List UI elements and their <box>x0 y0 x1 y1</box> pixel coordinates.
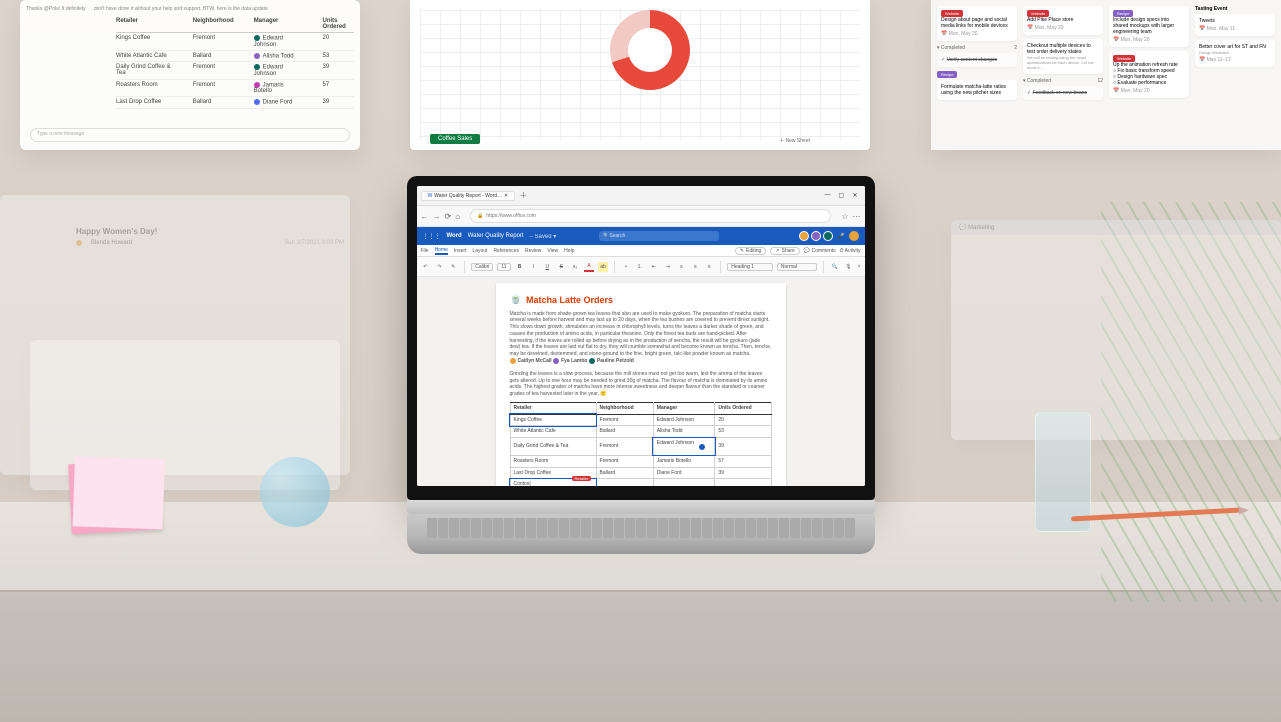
sheet-tab: Coffee Sales <box>430 134 480 144</box>
tab-layout[interactable]: Layout <box>472 248 487 254</box>
ribbon-tabs: File Home Insert Layout References Revie… <box>417 245 865 257</box>
outdent-icon[interactable]: ⇤ <box>649 262 659 272</box>
search-box[interactable]: 🔍 Search <box>599 231 719 241</box>
app-name: Word <box>447 233 462 239</box>
th-retailer: Retailer <box>510 402 596 414</box>
comments-button[interactable]: 💬 Comments <box>804 248 836 254</box>
menu-icon[interactable]: ⋯ <box>853 212 861 221</box>
col-units: Units Ordered <box>323 18 355 30</box>
table-row[interactable]: Daily Grind Coffee & TeaFremontEdward Jo… <box>510 438 771 456</box>
activity-button[interactable]: ⏱ Activity <box>840 248 861 254</box>
font-color-icon[interactable]: A <box>584 262 594 272</box>
share-button[interactable]: ↗ Share <box>770 247 800 255</box>
table-row[interactable]: Last Drop CoffeeBallardDiane Ford39 <box>510 467 771 479</box>
tab-references[interactable]: References <box>493 248 519 254</box>
floating-spreadsheet-panel: Coffee Sales ＋ New Sheet <box>410 0 870 150</box>
italic-icon[interactable]: I <box>528 262 538 272</box>
nav-forward-icon[interactable]: → <box>433 212 441 221</box>
tab-home[interactable]: Home <box>435 247 448 255</box>
th-units: Units Ordered <box>715 402 771 414</box>
tab-view[interactable]: View <box>547 248 558 254</box>
document-title[interactable]: Water Quality Report <box>468 233 524 239</box>
water-glass <box>1035 412 1091 532</box>
find-icon[interactable]: 🔍 <box>830 262 840 272</box>
para-style-select[interactable]: Normal <box>777 263 817 271</box>
tab-file[interactable]: File <box>421 248 429 254</box>
table-row[interactable]: Roasters RoomFremontJamaris Botello57 <box>510 455 771 467</box>
browser-tab[interactable]: W Water Quality Report - Word… ✕ <box>421 191 516 201</box>
word-title-bar: ⋮⋮⋮ Word Water Quality Report – Saved ▾ … <box>417 227 865 245</box>
bold-icon[interactable]: B <box>515 262 525 272</box>
ribbon-toolbar: ↶ ↷ ✎ Calibri 11 B I U S x₂ A ab • 1. ⇤ … <box>417 257 865 277</box>
sticky-notes <box>68 460 162 535</box>
undo-icon[interactable]: ↶ <box>421 262 431 272</box>
col-retailer: Retailer <box>116 18 173 30</box>
title-emoji-icon: 🍵 <box>510 293 522 307</box>
floating-excel-table-panel: Thanks @Pola! It definitely don't have d… <box>20 0 360 150</box>
window-close-icon[interactable]: ✕ <box>853 192 861 200</box>
strike-icon[interactable]: S <box>556 262 566 272</box>
orders-table[interactable]: Retailer Neighborhood Manager Units Orde… <box>510 402 772 486</box>
glass-ball <box>260 457 330 527</box>
table-row[interactable]: Kings CoffeeFremontEdward Johnson20 <box>510 414 771 426</box>
document-heading: 🍵 Matcha Latte Orders <box>510 293 772 307</box>
tab-review[interactable]: Review <box>525 248 541 254</box>
tab-insert[interactable]: Insert <box>454 248 467 254</box>
table-row[interactable]: White Atlantic CafeBallardAlisha Todd53 <box>510 426 771 438</box>
underline-icon[interactable]: U <box>542 262 552 272</box>
col-neighborhood: Neighborhood <box>193 18 234 30</box>
laptop: W Water Quality Report - Word… ✕ ＋ — ▢ ✕… <box>407 176 875 554</box>
window-minimize-icon[interactable]: — <box>825 192 833 200</box>
donut-chart <box>610 10 690 90</box>
mic-icon[interactable]: 🎤 <box>837 233 844 240</box>
font-size-select[interactable]: 11 <box>497 263 510 271</box>
indent-icon[interactable]: ⇥ <box>663 262 673 272</box>
align-left-icon[interactable]: ≡ <box>677 262 687 272</box>
tab-title: Water Quality Report - Word… <box>434 193 502 199</box>
waffle-icon[interactable]: ⋮⋮⋮ <box>423 233 441 240</box>
ribbon-collapse-icon[interactable]: ˅ <box>858 264 861 270</box>
presence-avatars[interactable] <box>799 231 833 241</box>
paragraph-2: Grinding the leaves is a slow process, b… <box>510 371 772 398</box>
paragraph-1: Matcha is made from shade-grown tea leav… <box>510 311 772 367</box>
faded-teams-panel: 💬 Marketing <box>951 220 1281 440</box>
th-neighborhood: Neighborhood <box>596 402 653 414</box>
window-maximize-icon[interactable]: ▢ <box>839 192 847 200</box>
nav-home-icon[interactable]: ⌂ <box>455 212 460 221</box>
tab-help[interactable]: Help <box>564 248 574 254</box>
address-bar[interactable]: 🔒https://www.office.com <box>470 209 831 223</box>
subscript-icon[interactable]: x₂ <box>570 262 580 272</box>
nav-back-icon[interactable]: ← <box>421 212 429 221</box>
bullets-icon[interactable]: • <box>621 262 631 272</box>
numbering-icon[interactable]: 1. <box>635 262 645 272</box>
th-manager: Manager <box>653 402 715 414</box>
floating-planner-panel: WebsiteDesign about page and social medi… <box>931 0 1281 150</box>
align-right-icon[interactable]: ≡ <box>704 262 714 272</box>
autocomplete-flag[interactable]: Retailer <box>572 476 592 481</box>
browser-tab-strip: W Water Quality Report - Word… ✕ ＋ — ▢ ✕ <box>417 186 865 206</box>
font-name-select[interactable]: Calibri <box>471 263 493 271</box>
dictate-icon[interactable]: 🎙 <box>844 262 854 272</box>
favorites-icon[interactable]: ☆ <box>841 212 848 221</box>
document-canvas[interactable]: 🍵 Matcha Latte Orders Matcha is made fro… <box>417 277 865 486</box>
editing-mode-button[interactable]: ✎ Editing <box>735 247 767 255</box>
document-page: 🍵 Matcha Latte Orders Matcha is made fro… <box>496 283 786 486</box>
close-tab-icon[interactable]: ✕ <box>504 193 508 199</box>
redo-icon[interactable]: ↷ <box>434 262 444 272</box>
highlight-icon[interactable]: ab <box>598 262 608 272</box>
align-center-icon[interactable]: ≡ <box>690 262 700 272</box>
nav-reload-icon[interactable]: ⟳ <box>445 212 452 221</box>
account-avatar[interactable] <box>849 231 859 241</box>
col-manager: Manager <box>254 18 303 30</box>
heading-style-select[interactable]: Heading 1 <box>727 263 773 271</box>
format-painter-icon[interactable]: ✎ <box>448 262 458 272</box>
new-tab-button[interactable]: ＋ <box>519 190 527 201</box>
